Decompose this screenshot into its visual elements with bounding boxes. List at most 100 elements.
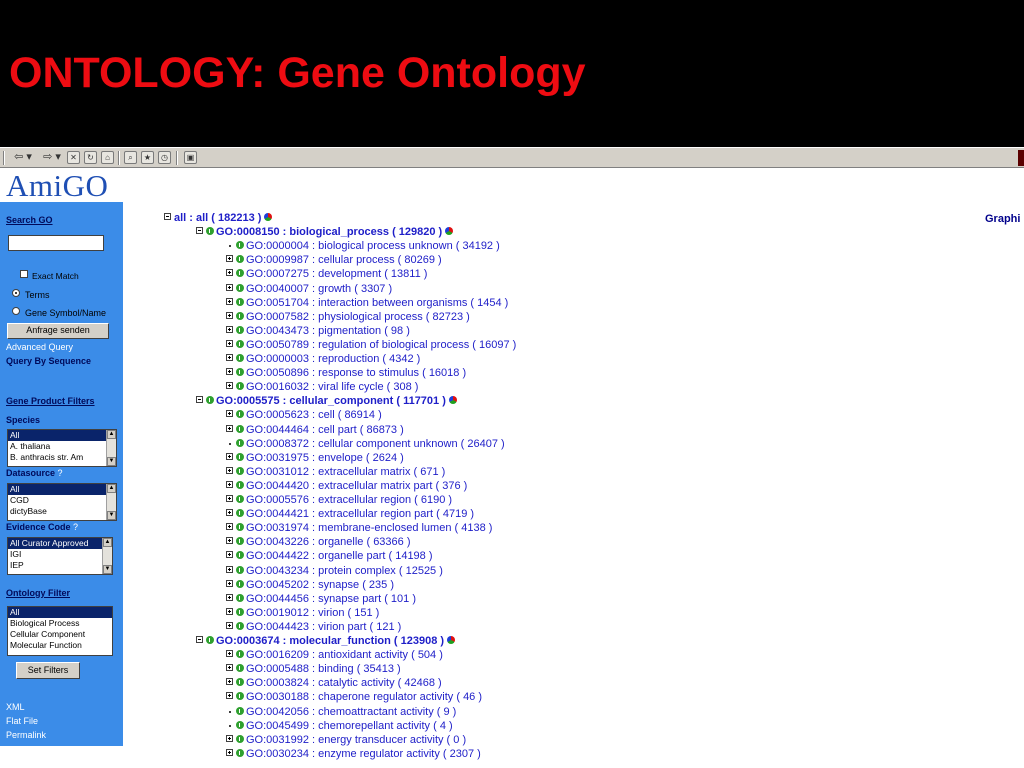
term-link[interactable]: GO:0044421 : extracellular region part (… (246, 508, 474, 520)
term-link[interactable]: GO:0016032 : viral life cycle ( 308 ) (246, 381, 418, 393)
expand-icon[interactable] (226, 410, 233, 418)
expand-icon[interactable] (226, 452, 233, 460)
collapse-icon[interactable] (196, 396, 203, 404)
ontology-select[interactable]: All Biological Process Cellular Componen… (7, 606, 113, 656)
term-link[interactable]: GO:0031012 : extracellular matrix ( 671 … (246, 466, 445, 478)
expand-icon[interactable] (226, 523, 233, 531)
xml-link[interactable]: XML (6, 702, 25, 713)
info-icon[interactable] (236, 495, 244, 503)
home-icon[interactable]: ⌂ (101, 151, 114, 164)
info-icon[interactable] (236, 593, 244, 602)
info-icon[interactable] (236, 480, 244, 489)
info-icon[interactable] (236, 692, 244, 701)
info-icon[interactable] (206, 396, 214, 405)
expand-icon[interactable] (226, 593, 233, 601)
info-icon[interactable] (236, 325, 244, 334)
term-link[interactable]: GO:0030188 : chaperone regulator activit… (246, 691, 482, 703)
scroll-up-icon[interactable]: ▲ (107, 484, 116, 493)
info-icon[interactable] (236, 621, 244, 630)
datasource-option[interactable]: All (8, 484, 116, 495)
info-icon[interactable] (236, 748, 244, 757)
info-icon[interactable] (236, 438, 244, 447)
term-link[interactable]: GO:0008150 : biological_process ( 129820… (216, 226, 442, 238)
info-icon[interactable] (236, 297, 244, 306)
expand-icon[interactable] (226, 551, 233, 559)
history-icon[interactable]: ◷ (158, 151, 171, 164)
term-link[interactable]: GO:0050789 : regulation of biological pr… (246, 339, 516, 351)
info-icon[interactable] (236, 551, 244, 560)
term-link[interactable]: all : all ( 182213 ) (174, 212, 261, 224)
evidence-option[interactable]: IGI (8, 549, 112, 560)
term-link[interactable]: GO:0051704 : interaction between organis… (246, 297, 508, 309)
info-icon[interactable] (236, 650, 244, 659)
term-link[interactable]: GO:0003674 : molecular_function ( 123908… (216, 635, 444, 647)
forward-button[interactable]: ⇨ ▾ (38, 150, 66, 165)
info-icon[interactable] (236, 368, 244, 377)
expand-icon[interactable] (226, 692, 233, 700)
collapse-icon[interactable] (196, 636, 203, 643)
info-icon[interactable] (206, 636, 214, 644)
info-icon[interactable] (236, 410, 244, 419)
search-go-heading[interactable]: Search GO (6, 215, 53, 226)
info-icon[interactable] (236, 509, 244, 518)
term-link[interactable]: GO:0007275 : development ( 13811 ) (246, 268, 427, 280)
info-icon[interactable] (236, 734, 244, 743)
term-link[interactable]: GO:0016209 : antioxidant activity ( 504 … (246, 649, 443, 661)
term-link[interactable]: GO:0045499 : chemorepellant activity ( 4… (246, 720, 453, 732)
info-icon[interactable] (236, 607, 244, 616)
term-link[interactable]: GO:0003824 : catalytic activity ( 42468 … (246, 677, 442, 689)
gene-symbol-radio[interactable] (12, 307, 20, 315)
term-link[interactable]: GO:0044456 : synapse part ( 101 ) (246, 593, 416, 605)
flat-file-link[interactable]: Flat File (6, 716, 38, 727)
species-select[interactable]: All A. thaliana B. anthracis str. Am ▲ ▼ (7, 429, 117, 467)
info-icon[interactable] (236, 339, 244, 348)
expand-icon[interactable] (226, 325, 233, 333)
info-icon[interactable] (236, 579, 244, 588)
term-link[interactable]: GO:0042056 : chemoattractant activity ( … (246, 706, 456, 718)
species-scrollbar[interactable]: ▲ ▼ (106, 430, 116, 466)
datasource-option[interactable]: CGD (8, 495, 116, 506)
term-link[interactable]: GO:0007582 : physiological process ( 827… (246, 311, 470, 323)
expand-icon[interactable] (226, 734, 233, 742)
scroll-down-icon[interactable]: ▼ (103, 565, 112, 574)
datasource-option[interactable]: dictyBase (8, 506, 116, 517)
term-link[interactable]: GO:0005576 : extracellular region ( 6190… (246, 494, 452, 506)
terms-radio[interactable] (12, 289, 20, 297)
expand-icon[interactable] (226, 283, 233, 291)
set-filters-button[interactable]: Set Filters (16, 662, 80, 679)
info-icon[interactable] (236, 283, 244, 292)
term-link[interactable]: GO:0044464 : cell part ( 86873 ) (246, 424, 404, 436)
help-icon[interactable]: ? (73, 522, 78, 532)
datasource-select[interactable]: All CGD dictyBase ▲ ▼ (7, 483, 117, 521)
info-icon[interactable] (236, 565, 244, 574)
term-link[interactable]: GO:0030234 : enzyme regulator activity (… (246, 748, 481, 760)
help-icon[interactable]: ? (58, 468, 63, 478)
info-icon[interactable] (236, 269, 244, 278)
info-icon[interactable] (236, 537, 244, 546)
expand-icon[interactable] (226, 339, 233, 347)
info-icon[interactable] (236, 466, 244, 475)
ontology-filter-heading[interactable]: Ontology Filter (6, 588, 70, 599)
ontology-option[interactable]: Molecular Function (8, 640, 112, 651)
term-link[interactable]: GO:0044423 : virion part ( 121 ) (246, 621, 401, 633)
term-link[interactable]: GO:0031975 : envelope ( 2624 ) (246, 452, 404, 464)
info-icon[interactable] (236, 255, 244, 264)
term-link[interactable]: GO:0050896 : response to stimulus ( 1601… (246, 367, 466, 379)
collapse-icon[interactable] (196, 227, 203, 235)
expand-icon[interactable] (226, 480, 233, 488)
term-link[interactable]: GO:0044420 : extracellular matrix part (… (246, 480, 467, 492)
graphical-view-link[interactable]: Graphi (985, 212, 1020, 226)
evidence-option[interactable]: All Curator Approved (8, 538, 112, 549)
expand-icon[interactable] (226, 368, 233, 376)
expand-icon[interactable] (226, 255, 233, 263)
term-link[interactable]: GO:0043234 : protein complex ( 12525 ) (246, 565, 443, 577)
info-icon[interactable] (236, 452, 244, 461)
term-link[interactable]: GO:0031974 : membrane-enclosed lumen ( 4… (246, 522, 492, 534)
evidence-code-select[interactable]: All Curator Approved IGI IEP ▲ ▼ (7, 537, 113, 575)
refresh-icon[interactable]: ↻ (84, 151, 97, 164)
expand-icon[interactable] (226, 678, 233, 686)
info-icon[interactable] (236, 523, 244, 532)
evidence-option[interactable]: IEP (8, 560, 112, 571)
info-icon[interactable] (236, 354, 244, 362)
gene-product-filters-heading[interactable]: Gene Product Filters (6, 396, 95, 407)
